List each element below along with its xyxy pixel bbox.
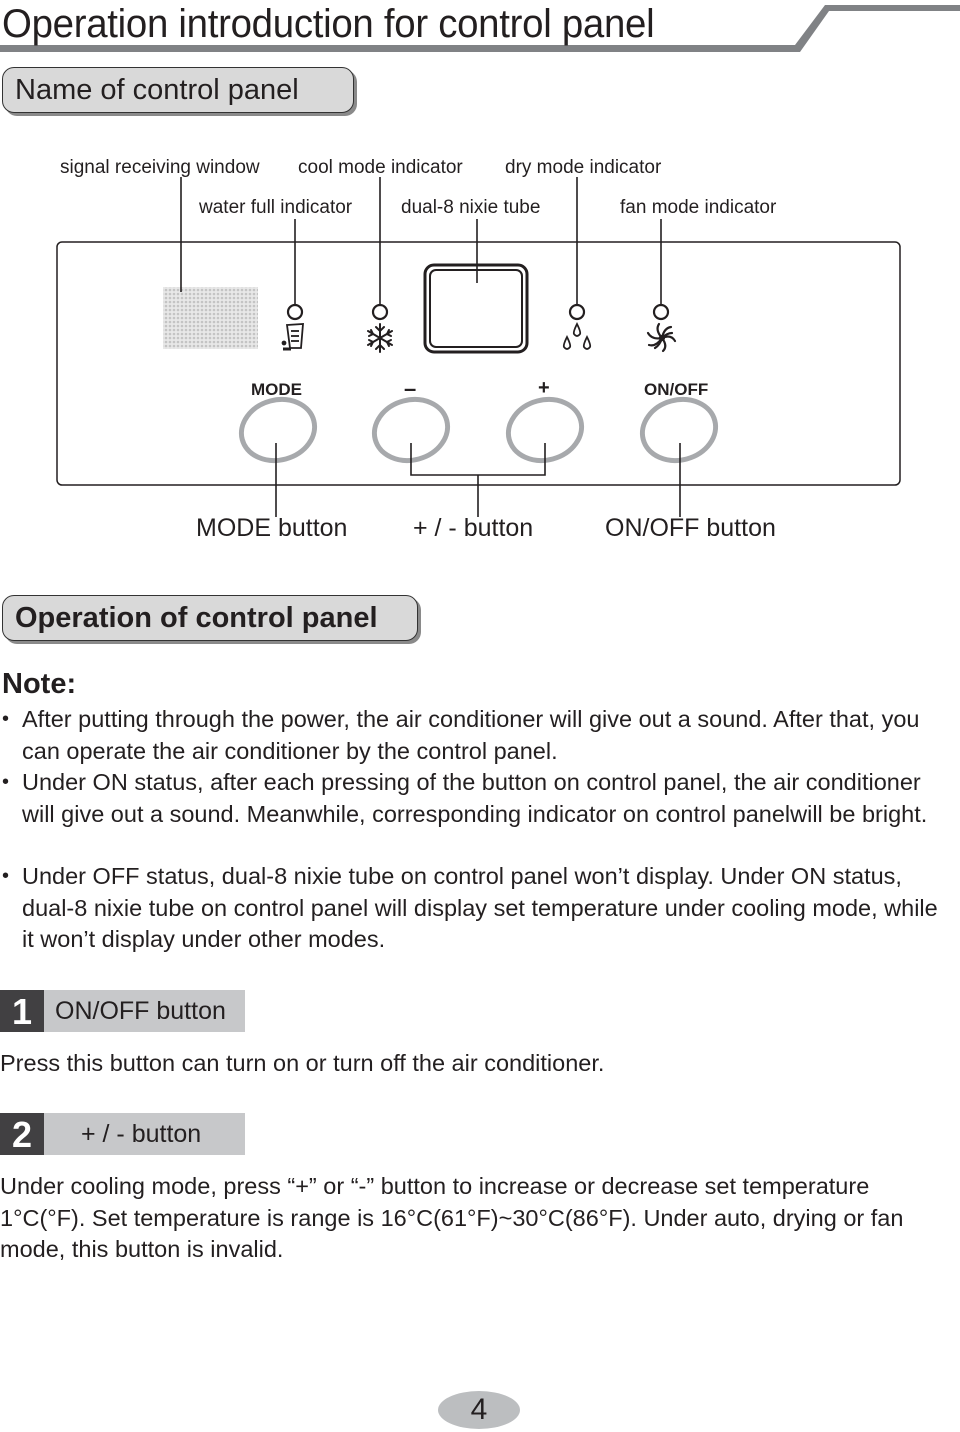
panel-onoff-caption: ON/OFF [644,380,709,399]
item-label: ON/OFF button [44,990,245,1032]
panel-minus-caption: – [404,376,417,401]
dry-mode-indicator-led [568,303,586,321]
cool-mode-indicator-led [371,303,389,321]
section-heading-operation-of-control-panel: Operation of control panel [2,595,418,641]
signal-window-dots-icon [163,287,258,349]
label-signal-receiving-window: signal receiving window [60,157,260,178]
control-panel-outline [56,241,901,486]
label-mode-button: MODE button [196,514,348,542]
item-number: 1 [0,990,44,1032]
item-number: 2 [0,1113,44,1155]
item-heading-plus-minus: 2 + / - button [0,1113,245,1155]
bullet-icon: • [2,771,10,793]
water-drops-icon [562,321,592,350]
page-title: Operation introduction for control panel [2,2,655,46]
water-full-indicator-led [286,303,304,321]
item-description: Press this button can turn on or turn of… [0,1050,605,1076]
note-title: Note: [2,668,77,700]
label-cool-mode-indicator: cool mode indicator [298,157,463,178]
fan-mode-indicator-led [652,303,670,321]
bullet-icon: • [2,708,10,730]
note-text: After putting through the power, the air… [22,706,920,764]
note-text: Under OFF status, dual-8 nixie tube on c… [22,863,938,952]
note-item: • Under ON status, after each pressing o… [2,767,952,830]
onoff-button-oval [639,396,719,464]
panel-mode-caption: MODE [251,380,302,399]
page-number: 4 [438,1391,520,1429]
bullet-icon: • [2,865,10,887]
mode-button-oval [238,396,318,464]
label-water-full-indicator: water full indicator [199,197,353,218]
note-item: • Under OFF status, dual-8 nixie tube on… [2,861,952,956]
item-description: Under cooling mode, press “+” or “-” but… [0,1173,904,1262]
snowflake-icon [367,323,393,353]
label-onoff-button: ON/OFF button [605,514,776,542]
note-text: Under ON status, after each pressing of … [22,769,928,827]
nixie-display-icon [423,263,529,354]
water-full-icon [281,323,304,351]
item-label: + / - button [44,1113,245,1155]
label-fan-mode-indicator: fan mode indicator [620,197,777,218]
panel-plus-caption: + [538,377,550,399]
section-heading-name-of-control-panel: Name of control panel [2,67,354,113]
label-dry-mode-indicator: dry mode indicator [505,157,662,178]
fan-icon [646,322,677,353]
label-plus-minus-button: + / - button [413,514,534,542]
note-item: • After putting through the power, the a… [2,704,952,767]
label-dual8-nixie-tube: dual-8 nixie tube [401,197,541,218]
item-heading-onoff: 1 ON/OFF button [0,990,245,1032]
